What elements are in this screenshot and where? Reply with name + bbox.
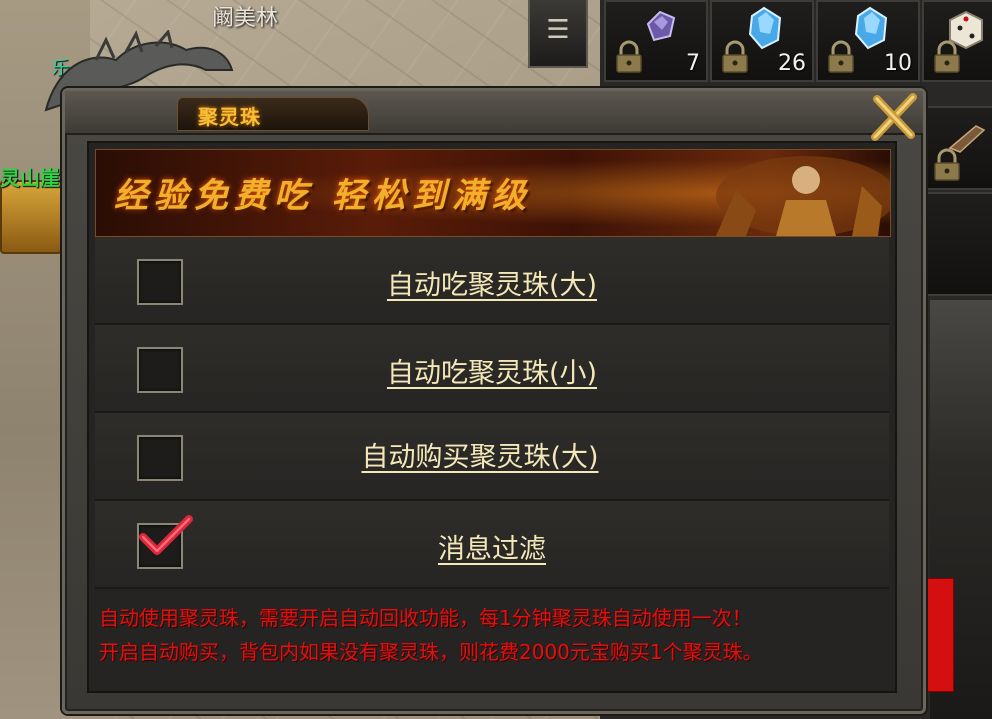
notice-line-1: 自动使用聚灵珠，需要开启自动回收功能，每1分钟聚灵珠自动使用一次！ — [99, 606, 752, 630]
map-label-side: 灵山崖 — [0, 166, 60, 190]
lock-icon — [616, 40, 642, 73]
blue-crystal-icon — [748, 6, 782, 50]
inventory-slot[interactable]: 10 — [816, 0, 920, 82]
option-auto-buy-large-link[interactable]: 自动购买聚灵珠(大) — [83, 435, 877, 474]
dialog-content: 经验免费吃 轻松到满级 自动吃聚灵珠(大) 自动吃聚灵珠(小) 自动购买聚灵珠(… — [87, 141, 897, 693]
close-icon[interactable] — [867, 91, 921, 143]
dialog-titlebar: 聚灵珠 — [65, 91, 923, 135]
inventory-slot[interactable]: 26 — [710, 0, 814, 82]
option-auto-eat-large-link[interactable]: 自动吃聚灵珠(大) — [95, 263, 889, 302]
item-count: 10 — [884, 51, 912, 76]
lingzhu-dialog: 聚灵珠 经验免费吃 轻松到满级 自动吃聚灵珠(大) 自动吃聚灵珠(小) 自动购买… — [62, 88, 926, 714]
option-row-message-filter: 消息过滤 — [95, 501, 889, 589]
option-message-filter-link[interactable]: 消息过滤 — [95, 527, 889, 566]
lock-icon — [934, 40, 960, 73]
banner-text: 经验免费吃 轻松到满级 — [114, 176, 532, 216]
option-row-auto-eat-large: 自动吃聚灵珠(大) — [95, 237, 889, 325]
npc-name-label: 阚美林 — [212, 6, 279, 31]
warrior-figure-icon — [716, 156, 890, 236]
item-count: 26 — [778, 51, 806, 76]
purple-gem-icon — [646, 10, 676, 42]
lock-icon — [828, 40, 854, 73]
hamburger-icon: ☰ — [546, 15, 570, 45]
lock-icon — [722, 40, 748, 73]
inventory-slot[interactable] — [922, 0, 992, 82]
treasure-chest-icon — [0, 180, 62, 254]
dialog-title-tab: 聚灵珠 — [177, 97, 369, 131]
dialog-title: 聚灵珠 — [198, 105, 261, 129]
option-row-auto-buy-large: 自动购买聚灵珠(大) — [95, 413, 889, 501]
item-count: 7 — [686, 51, 700, 76]
lock-icon — [934, 148, 960, 181]
option-auto-eat-small-link[interactable]: 自动吃聚灵珠(小) — [95, 351, 889, 390]
notice-text: 自动使用聚灵珠，需要开启自动回收功能，每1分钟聚灵珠自动使用一次！ 开启自动购买… — [99, 601, 899, 669]
option-row-auto-eat-small: 自动吃聚灵珠(小) — [95, 325, 889, 413]
notice-line-2: 开启自动购买，背包内如果没有聚灵珠，则花费2000元宝购买1个聚灵珠。 — [99, 640, 763, 664]
inventory-slot[interactable] — [922, 106, 992, 190]
main-menu-button[interactable]: ☰ — [528, 0, 588, 68]
inventory-slot[interactable]: 7 — [604, 0, 708, 82]
blue-crystal-icon — [854, 6, 888, 50]
inventory-slot[interactable] — [922, 192, 992, 296]
promo-banner: 经验免费吃 轻松到满级 — [95, 149, 891, 237]
